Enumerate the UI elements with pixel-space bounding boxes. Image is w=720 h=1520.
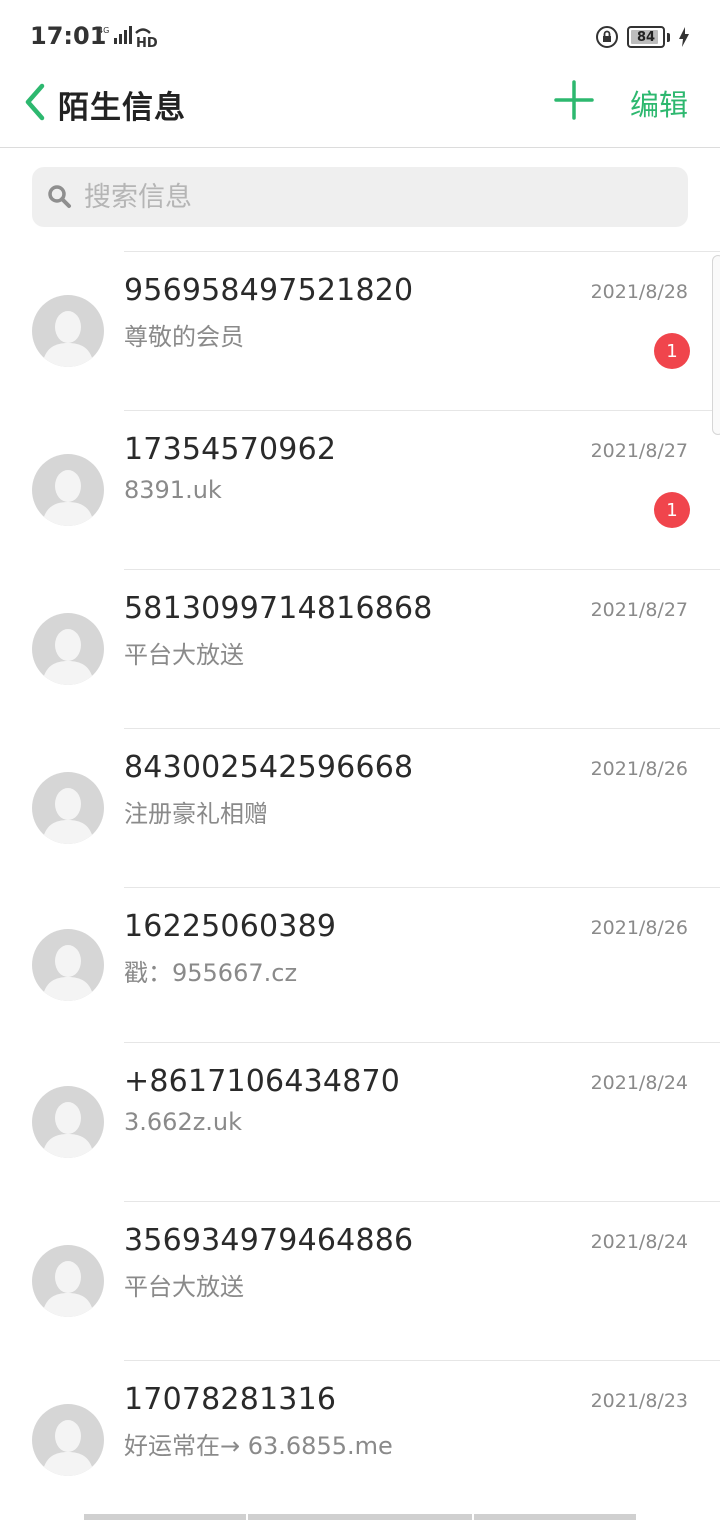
hd-label: HD	[136, 36, 158, 48]
bottom-bar-segment	[84, 1514, 246, 1520]
battery-level: 84	[636, 29, 656, 45]
add-button[interactable]	[552, 78, 596, 122]
message-preview: 戳：955667.cz	[124, 959, 298, 987]
signal-icon: 4G HD	[98, 26, 158, 48]
unread-badge: 1	[654, 492, 690, 528]
sender-number: 5813099714816868	[124, 591, 433, 626]
sender-number: 17354570962	[124, 432, 337, 467]
status-time: 17:01	[30, 22, 107, 50]
sender-number: 17078281316	[124, 1382, 337, 1417]
message-date: 2021/8/26	[590, 917, 688, 939]
contact-silhouette-icon	[32, 945, 104, 1001]
status-right-group: 84	[595, 24, 690, 50]
message-preview: 尊敬的会员	[124, 323, 244, 351]
battery-icon: 84	[627, 26, 665, 48]
sender-number: 356934979464886	[124, 1223, 414, 1258]
scroll-indicator[interactable]	[712, 255, 720, 435]
charging-icon	[679, 27, 689, 47]
app-header: 陌生信息 编辑	[0, 72, 720, 148]
avatar	[32, 1245, 104, 1317]
contact-silhouette-icon	[32, 1261, 104, 1317]
bottom-bar-segment	[248, 1514, 472, 1520]
message-preview: 好运常在→ 63.6855.me	[124, 1432, 393, 1460]
message-date: 2021/8/28	[590, 281, 688, 303]
message-preview: 平台大放送	[124, 1273, 244, 1301]
plus-icon	[554, 80, 594, 120]
conversation-row[interactable]: +8617106434870 3.662z.uk 2021/8/24	[0, 1042, 720, 1201]
back-button[interactable]	[18, 80, 58, 124]
bottom-bar-segment	[474, 1514, 636, 1520]
contact-silhouette-icon	[32, 1102, 104, 1158]
avatar	[32, 1086, 104, 1158]
row-divider	[124, 410, 720, 411]
sender-number: 956958497521820	[124, 273, 414, 308]
edit-button[interactable]: 编辑	[630, 82, 688, 124]
row-divider	[124, 728, 720, 729]
message-preview: 注册豪礼相赠	[124, 800, 268, 828]
message-preview: 8391.uk	[124, 476, 222, 504]
conversation-row[interactable]: 17078281316 好运常在→ 63.6855.me 2021/8/23	[0, 1360, 720, 1519]
contact-silhouette-icon	[32, 629, 104, 685]
rotation-lock-icon	[596, 26, 618, 48]
search-input[interactable]	[84, 177, 664, 217]
contact-silhouette-icon	[32, 311, 104, 367]
search-bar[interactable]	[32, 167, 688, 227]
unread-badge: 1	[654, 333, 690, 369]
avatar	[32, 613, 104, 685]
status-bar: 17:01 4G HD 84	[0, 0, 720, 72]
avatar	[32, 295, 104, 367]
conversation-row[interactable]: 356934979464886 平台大放送 2021/8/24	[0, 1201, 720, 1360]
row-divider	[124, 1201, 720, 1202]
conversation-row[interactable]: 5813099714816868 平台大放送 2021/8/27	[0, 569, 720, 728]
row-divider	[124, 569, 720, 570]
conversation-row[interactable]: 16225060389 戳：955667.cz 2021/8/26	[0, 887, 720, 1042]
row-divider	[124, 1042, 720, 1043]
row-divider	[124, 887, 720, 888]
message-date: 2021/8/23	[590, 1390, 688, 1412]
page-title: 陌生信息	[58, 90, 186, 126]
avatar	[32, 929, 104, 1001]
message-date: 2021/8/27	[590, 599, 688, 621]
message-date: 2021/8/24	[590, 1072, 688, 1094]
message-preview: 平台大放送	[124, 641, 244, 669]
avatar	[32, 454, 104, 526]
message-date: 2021/8/26	[590, 758, 688, 780]
conversation-row[interactable]: 17354570962 8391.uk 2021/8/27 1	[0, 410, 720, 569]
conversation-row[interactable]: 956958497521820 尊敬的会员 2021/8/28 1	[0, 251, 720, 410]
conversation-list: 956958497521820 尊敬的会员 2021/8/28 1 173545709…	[0, 251, 720, 1519]
avatar	[32, 772, 104, 844]
network-type-label: 4G	[98, 26, 109, 35]
message-date: 2021/8/27	[590, 440, 688, 462]
sender-number: 843002542596668	[124, 750, 414, 785]
sender-number: 16225060389	[124, 909, 337, 944]
contact-silhouette-icon	[32, 470, 104, 526]
contact-silhouette-icon	[32, 1420, 104, 1476]
contact-silhouette-icon	[32, 788, 104, 844]
conversation-row[interactable]: 843002542596668 注册豪礼相赠 2021/8/26	[0, 728, 720, 887]
message-preview: 3.662z.uk	[124, 1108, 243, 1136]
avatar	[32, 1404, 104, 1476]
message-date: 2021/8/24	[590, 1231, 688, 1253]
chevron-left-icon	[25, 83, 45, 121]
row-divider	[124, 1360, 720, 1361]
row-divider	[124, 251, 720, 252]
search-icon	[48, 185, 71, 208]
sender-number: +8617106434870	[124, 1064, 401, 1099]
